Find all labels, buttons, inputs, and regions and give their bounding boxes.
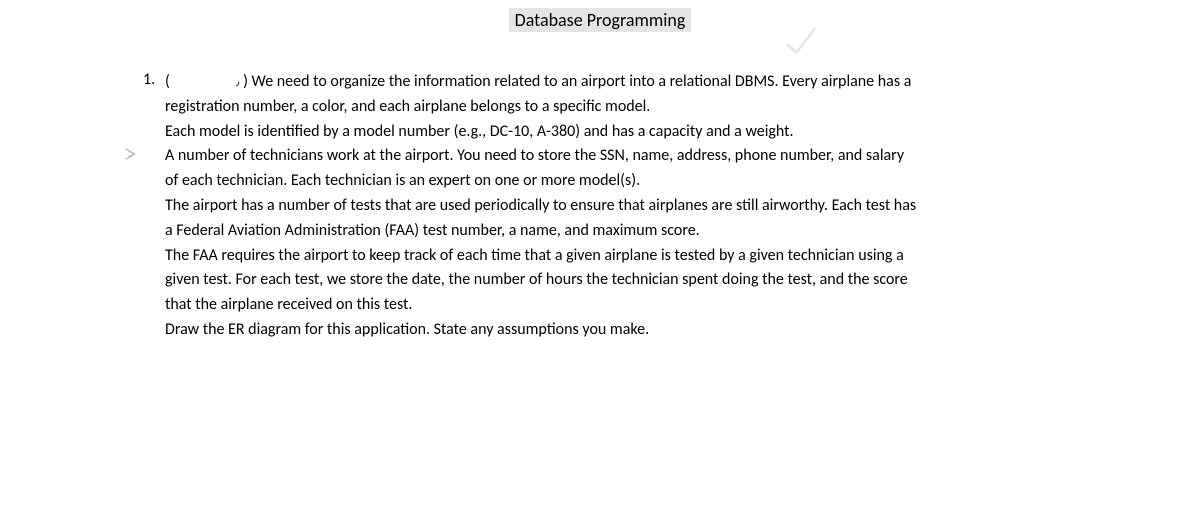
paragraph-4: The airport has a number of tests that a… xyxy=(165,194,920,244)
list-number: 1. xyxy=(143,70,155,89)
arrow-icon xyxy=(124,147,138,165)
paragraph-6: Draw the ER diagram for this application… xyxy=(165,318,920,343)
paragraph-5: The FAA requires the airport to keep tra… xyxy=(165,244,920,318)
checkmark-icon xyxy=(782,25,821,67)
content-area: 1. (٫ ) We need to organize the informat… xyxy=(165,70,920,343)
page-container: Database Programming 1. ( ٫ ) We need to … xyxy=(0,0,1200,343)
small-mark: ٫ xyxy=(236,75,240,88)
paren-open: ( xyxy=(165,72,170,91)
paragraph-3: A number of technicians work at the airp… xyxy=(165,144,920,194)
page-title: Database Programming xyxy=(509,8,692,32)
paragraph-1-text: We need to organize the information rela… xyxy=(165,72,911,116)
paragraph-1: ( ٫ ) We need to organize the information… xyxy=(165,70,920,120)
paragraph-2: Each model is identified by a model numb… xyxy=(165,120,920,145)
question-body: ( ٫ ) We need to organize the information… xyxy=(165,70,920,343)
paren-close: ) xyxy=(243,72,248,91)
page-title-row: Database Programming xyxy=(0,8,1200,32)
